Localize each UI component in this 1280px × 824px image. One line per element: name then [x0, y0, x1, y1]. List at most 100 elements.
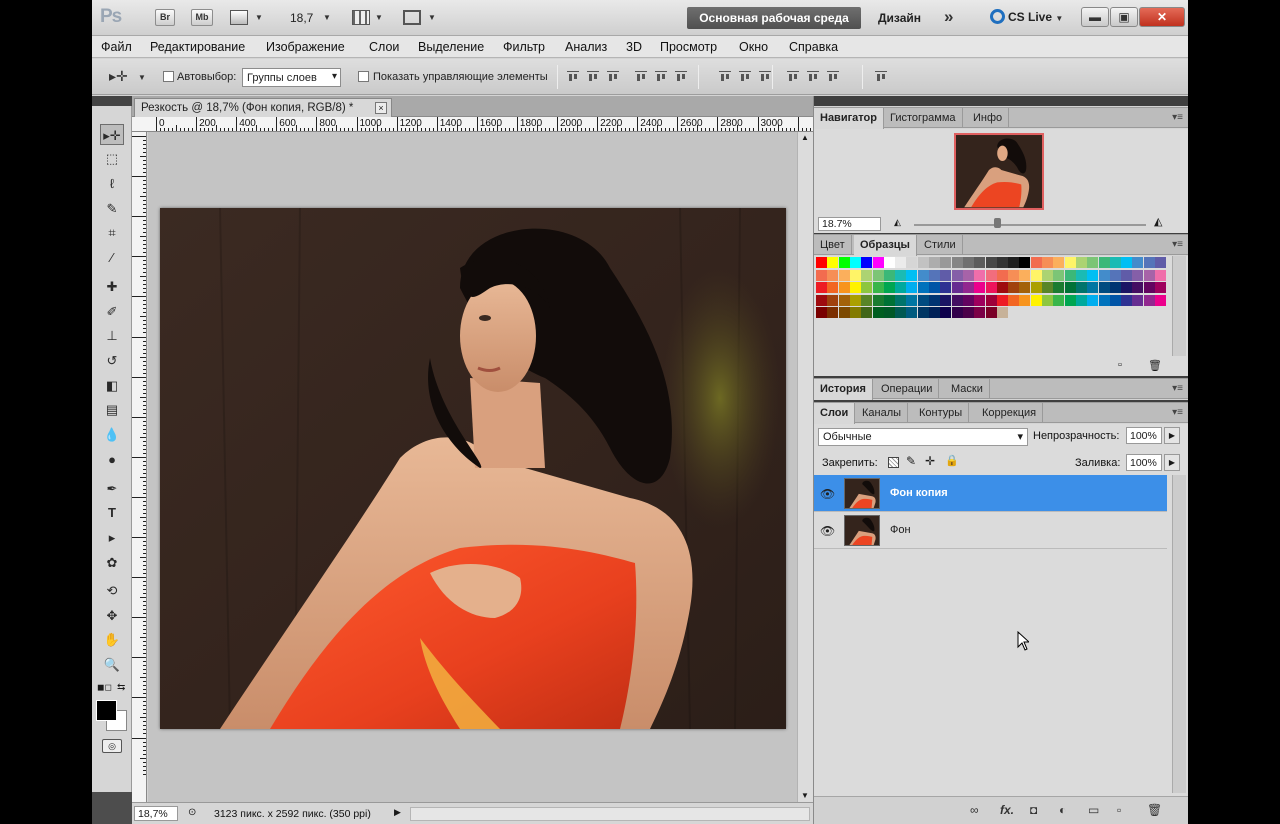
swatch-grid[interactable]	[816, 257, 1166, 321]
blur-tool-icon[interactable]: 💧	[100, 424, 124, 445]
color-swatch[interactable]	[849, 269, 861, 281]
color-swatch[interactable]	[1030, 257, 1042, 268]
menu-filter[interactable]: Фильтр	[503, 40, 545, 54]
workspace-design-button[interactable]: Дизайн	[878, 11, 921, 25]
lock-transparent-icon[interactable]	[888, 457, 899, 468]
color-swatch[interactable]	[1019, 282, 1031, 294]
zoom-slider-handle[interactable]	[994, 218, 1001, 228]
color-swatch[interactable]	[1053, 257, 1065, 268]
mini-bridge-button[interactable]: Mb	[191, 9, 213, 26]
default-colors-icon[interactable]: ◼◻	[97, 682, 112, 693]
lasso-tool-icon[interactable]: ℓ	[100, 173, 124, 194]
move-tool-icon[interactable]: ▸✛	[100, 124, 124, 145]
color-swatch[interactable]	[827, 294, 839, 306]
color-swatch[interactable]	[849, 294, 861, 306]
align-icon[interactable]	[738, 69, 752, 83]
lock-all-icon[interactable]: 🔒	[945, 454, 959, 467]
layer-style-icon[interactable]: fx.	[1000, 803, 1014, 817]
color-swatch[interactable]	[849, 257, 861, 268]
align-icon[interactable]	[874, 69, 888, 83]
align-icon[interactable]	[566, 69, 580, 83]
color-swatch[interactable]	[929, 282, 940, 294]
color-swatch[interactable]	[906, 282, 918, 294]
color-swatch[interactable]	[1121, 294, 1133, 306]
color-swatch[interactable]	[985, 294, 997, 306]
foreground-color-swatch[interactable]	[96, 700, 117, 721]
color-swatch[interactable]	[816, 282, 827, 294]
color-swatch[interactable]	[929, 257, 940, 268]
color-swatch[interactable]	[985, 269, 997, 281]
color-swatch[interactable]	[996, 282, 1008, 294]
color-swatch[interactable]	[940, 257, 952, 268]
tab-color[interactable]: Цвет	[814, 235, 852, 255]
eye-icon[interactable]: 👁	[820, 524, 835, 538]
navigator-zoom-field[interactable]: 18.7%	[818, 217, 881, 231]
color-swatch[interactable]	[940, 269, 952, 281]
close-tab-icon[interactable]: ×	[375, 102, 387, 114]
new-group-icon[interactable]: ▭	[1088, 803, 1099, 817]
zoom-in-icon[interactable]: ◭	[1154, 215, 1162, 228]
color-swatch[interactable]	[861, 282, 873, 294]
eyedropper-tool-icon[interactable]: ⁄	[100, 247, 124, 268]
document-image[interactable]	[160, 208, 786, 729]
color-swatch[interactable]	[872, 282, 884, 294]
color-swatch[interactable]	[1019, 257, 1031, 268]
color-swatch[interactable]	[1132, 294, 1144, 306]
color-swatch[interactable]	[849, 307, 861, 319]
navigator-preview[interactable]	[954, 133, 1044, 210]
chevron-down-icon[interactable]: ▼	[255, 13, 263, 22]
color-swatch[interactable]	[883, 282, 895, 294]
vertical-scrollbar[interactable]: ▲ ▼	[797, 132, 813, 802]
align-icon[interactable]	[654, 69, 668, 83]
color-swatch[interactable]	[962, 269, 974, 281]
align-icon[interactable]	[826, 69, 840, 83]
autoselect-checkbox[interactable]	[163, 71, 174, 82]
color-swatch[interactable]	[816, 257, 827, 268]
color-swatch[interactable]	[827, 282, 839, 294]
color-swatch[interactable]	[895, 257, 907, 268]
eye-icon[interactable]: 👁	[820, 487, 835, 501]
color-swatch[interactable]	[1030, 294, 1042, 306]
tab-masks[interactable]: Маски	[945, 379, 990, 399]
color-swatch[interactable]	[1132, 269, 1144, 281]
zoom-out-icon[interactable]: ◭	[894, 217, 901, 228]
color-swatch[interactable]	[929, 307, 940, 319]
color-swatch[interactable]	[838, 269, 850, 281]
color-swatch[interactable]	[1121, 257, 1133, 268]
link-layers-icon[interactable]: ∞	[970, 803, 979, 817]
color-swatch[interactable]	[1008, 257, 1020, 268]
color-swatch[interactable]	[816, 307, 827, 319]
color-swatch[interactable]	[1075, 269, 1087, 281]
opacity-field[interactable]: 100%	[1126, 427, 1162, 444]
healing-brush-tool-icon[interactable]: ✚	[100, 276, 124, 297]
color-swatch[interactable]	[962, 294, 974, 306]
opacity-arrow-icon[interactable]: ▶	[1164, 427, 1180, 444]
menu-3d[interactable]: 3D	[626, 40, 642, 54]
clone-stamp-tool-icon[interactable]: ⊥	[100, 325, 124, 346]
color-swatch[interactable]	[1132, 257, 1144, 268]
color-swatch[interactable]	[996, 294, 1008, 306]
align-icon[interactable]	[718, 69, 732, 83]
color-swatch[interactable]	[917, 307, 929, 319]
color-swatch[interactable]	[872, 257, 884, 268]
color-swatch[interactable]	[917, 257, 929, 268]
color-swatch[interactable]	[985, 282, 997, 294]
tab-actions[interactable]: Операции	[875, 379, 940, 399]
color-swatch[interactable]	[1143, 282, 1155, 294]
color-swatch[interactable]	[838, 257, 850, 268]
bridge-button[interactable]: Br	[155, 9, 175, 26]
gradient-tool-icon[interactable]: ▤	[100, 399, 124, 420]
blend-mode-dropdown[interactable]: Обычные	[818, 428, 1028, 446]
color-swatch[interactable]	[951, 257, 963, 268]
navigator-zoom-slider[interactable]	[914, 224, 1146, 226]
color-swatch[interactable]	[883, 257, 895, 268]
color-swatch[interactable]	[996, 269, 1008, 281]
workspace-essentials-button[interactable]: Основная рабочая среда	[687, 7, 861, 29]
tab-layers[interactable]: Слои	[814, 403, 856, 424]
document-tab[interactable]: Резкость @ 18,7% (Фон копия, RGB/8) * ×	[134, 98, 392, 117]
color-swatch[interactable]	[1064, 294, 1076, 306]
minimize-button[interactable]: ▬	[1081, 7, 1109, 27]
color-swatch[interactable]	[906, 294, 918, 306]
align-icon[interactable]	[634, 69, 648, 83]
color-swatch[interactable]	[1121, 269, 1133, 281]
